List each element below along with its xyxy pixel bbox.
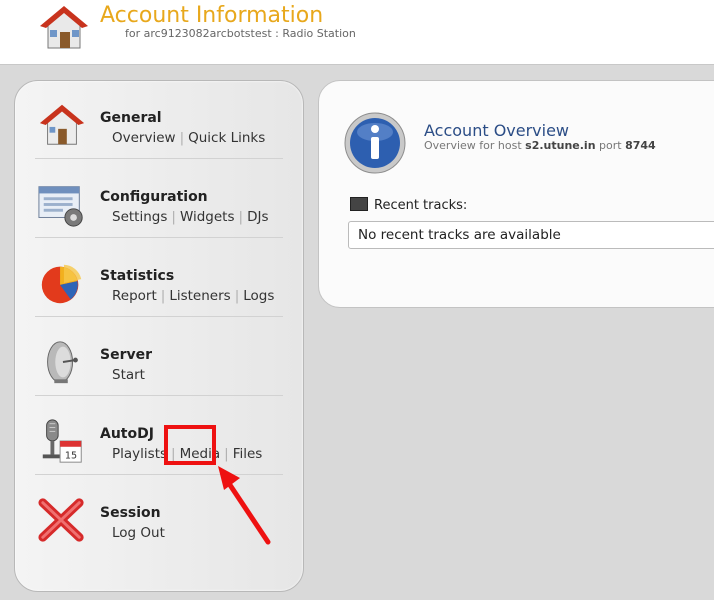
menu-title-autodj: AutoDJ	[100, 426, 154, 442]
red-x-icon	[38, 498, 84, 542]
link-start[interactable]: Start	[112, 367, 145, 383]
recent-tracks-message: No recent tracks are available	[358, 227, 561, 243]
link-djs[interactable]: DJs	[247, 209, 268, 225]
link-listeners[interactable]: Listeners	[169, 288, 230, 304]
satellite-dish-icon	[47, 341, 78, 384]
menu-links-configuration: Settings | Widgets | DJs	[112, 209, 269, 225]
menu-title-statistics: Statistics	[100, 268, 175, 284]
link-settings[interactable]: Settings	[112, 209, 167, 225]
house-icon	[39, 104, 85, 145]
menu-title-server: Server	[100, 347, 153, 363]
link-widgets[interactable]: Widgets	[180, 209, 235, 225]
menu-section-statistics: Statistics Report | Listeners | Logs	[15, 239, 303, 317]
port-value: 8744	[625, 139, 656, 152]
highlight-box	[164, 425, 216, 465]
link-playlists[interactable]: Playlists	[112, 446, 167, 462]
overview-subtitle: Overview for host s2.utune.in port 8744	[424, 139, 656, 152]
menu-links-server: Start	[112, 367, 145, 383]
microphone-calendar-icon: 15	[42, 419, 82, 463]
info-icon	[344, 112, 406, 174]
link-log-out[interactable]: Log Out	[112, 525, 165, 541]
menu-links-statistics: Report | Listeners | Logs	[112, 288, 275, 304]
link-overview[interactable]: Overview	[112, 130, 176, 146]
menu-title-session: Session	[100, 505, 161, 521]
recent-tracks-label: Recent tracks:	[350, 196, 467, 213]
page-subtitle: for arc9123082arcbotstest : Radio Statio…	[125, 27, 356, 40]
menu-links-general: Overview | Quick Links	[112, 130, 266, 146]
house-icon	[40, 6, 88, 49]
pie-chart-icon	[41, 264, 82, 304]
page-header: Account Information for arc9123082arcbot…	[0, 0, 714, 64]
page-title: Account Information	[100, 3, 324, 28]
host-value: s2.utune.in	[525, 139, 596, 152]
settings-window-icon	[38, 186, 83, 227]
link-logs[interactable]: Logs	[243, 288, 274, 304]
menu-links-session: Log Out	[112, 525, 165, 541]
red-arrow-icon	[218, 466, 271, 545]
link-quick-links[interactable]: Quick Links	[188, 130, 265, 146]
music-list-icon	[350, 196, 368, 211]
overview-title: Account Overview	[424, 121, 570, 140]
menu-title-configuration: Configuration	[100, 189, 208, 205]
menu-section-general: General Overview | Quick Links	[15, 81, 303, 159]
svg-text:15: 15	[65, 450, 77, 461]
menu-title-general: General	[100, 110, 162, 126]
menu-section-configuration: Configuration Settings | Widgets | DJs	[15, 160, 303, 238]
menu-section-server: Server Start	[15, 318, 303, 396]
link-report[interactable]: Report	[112, 288, 157, 304]
